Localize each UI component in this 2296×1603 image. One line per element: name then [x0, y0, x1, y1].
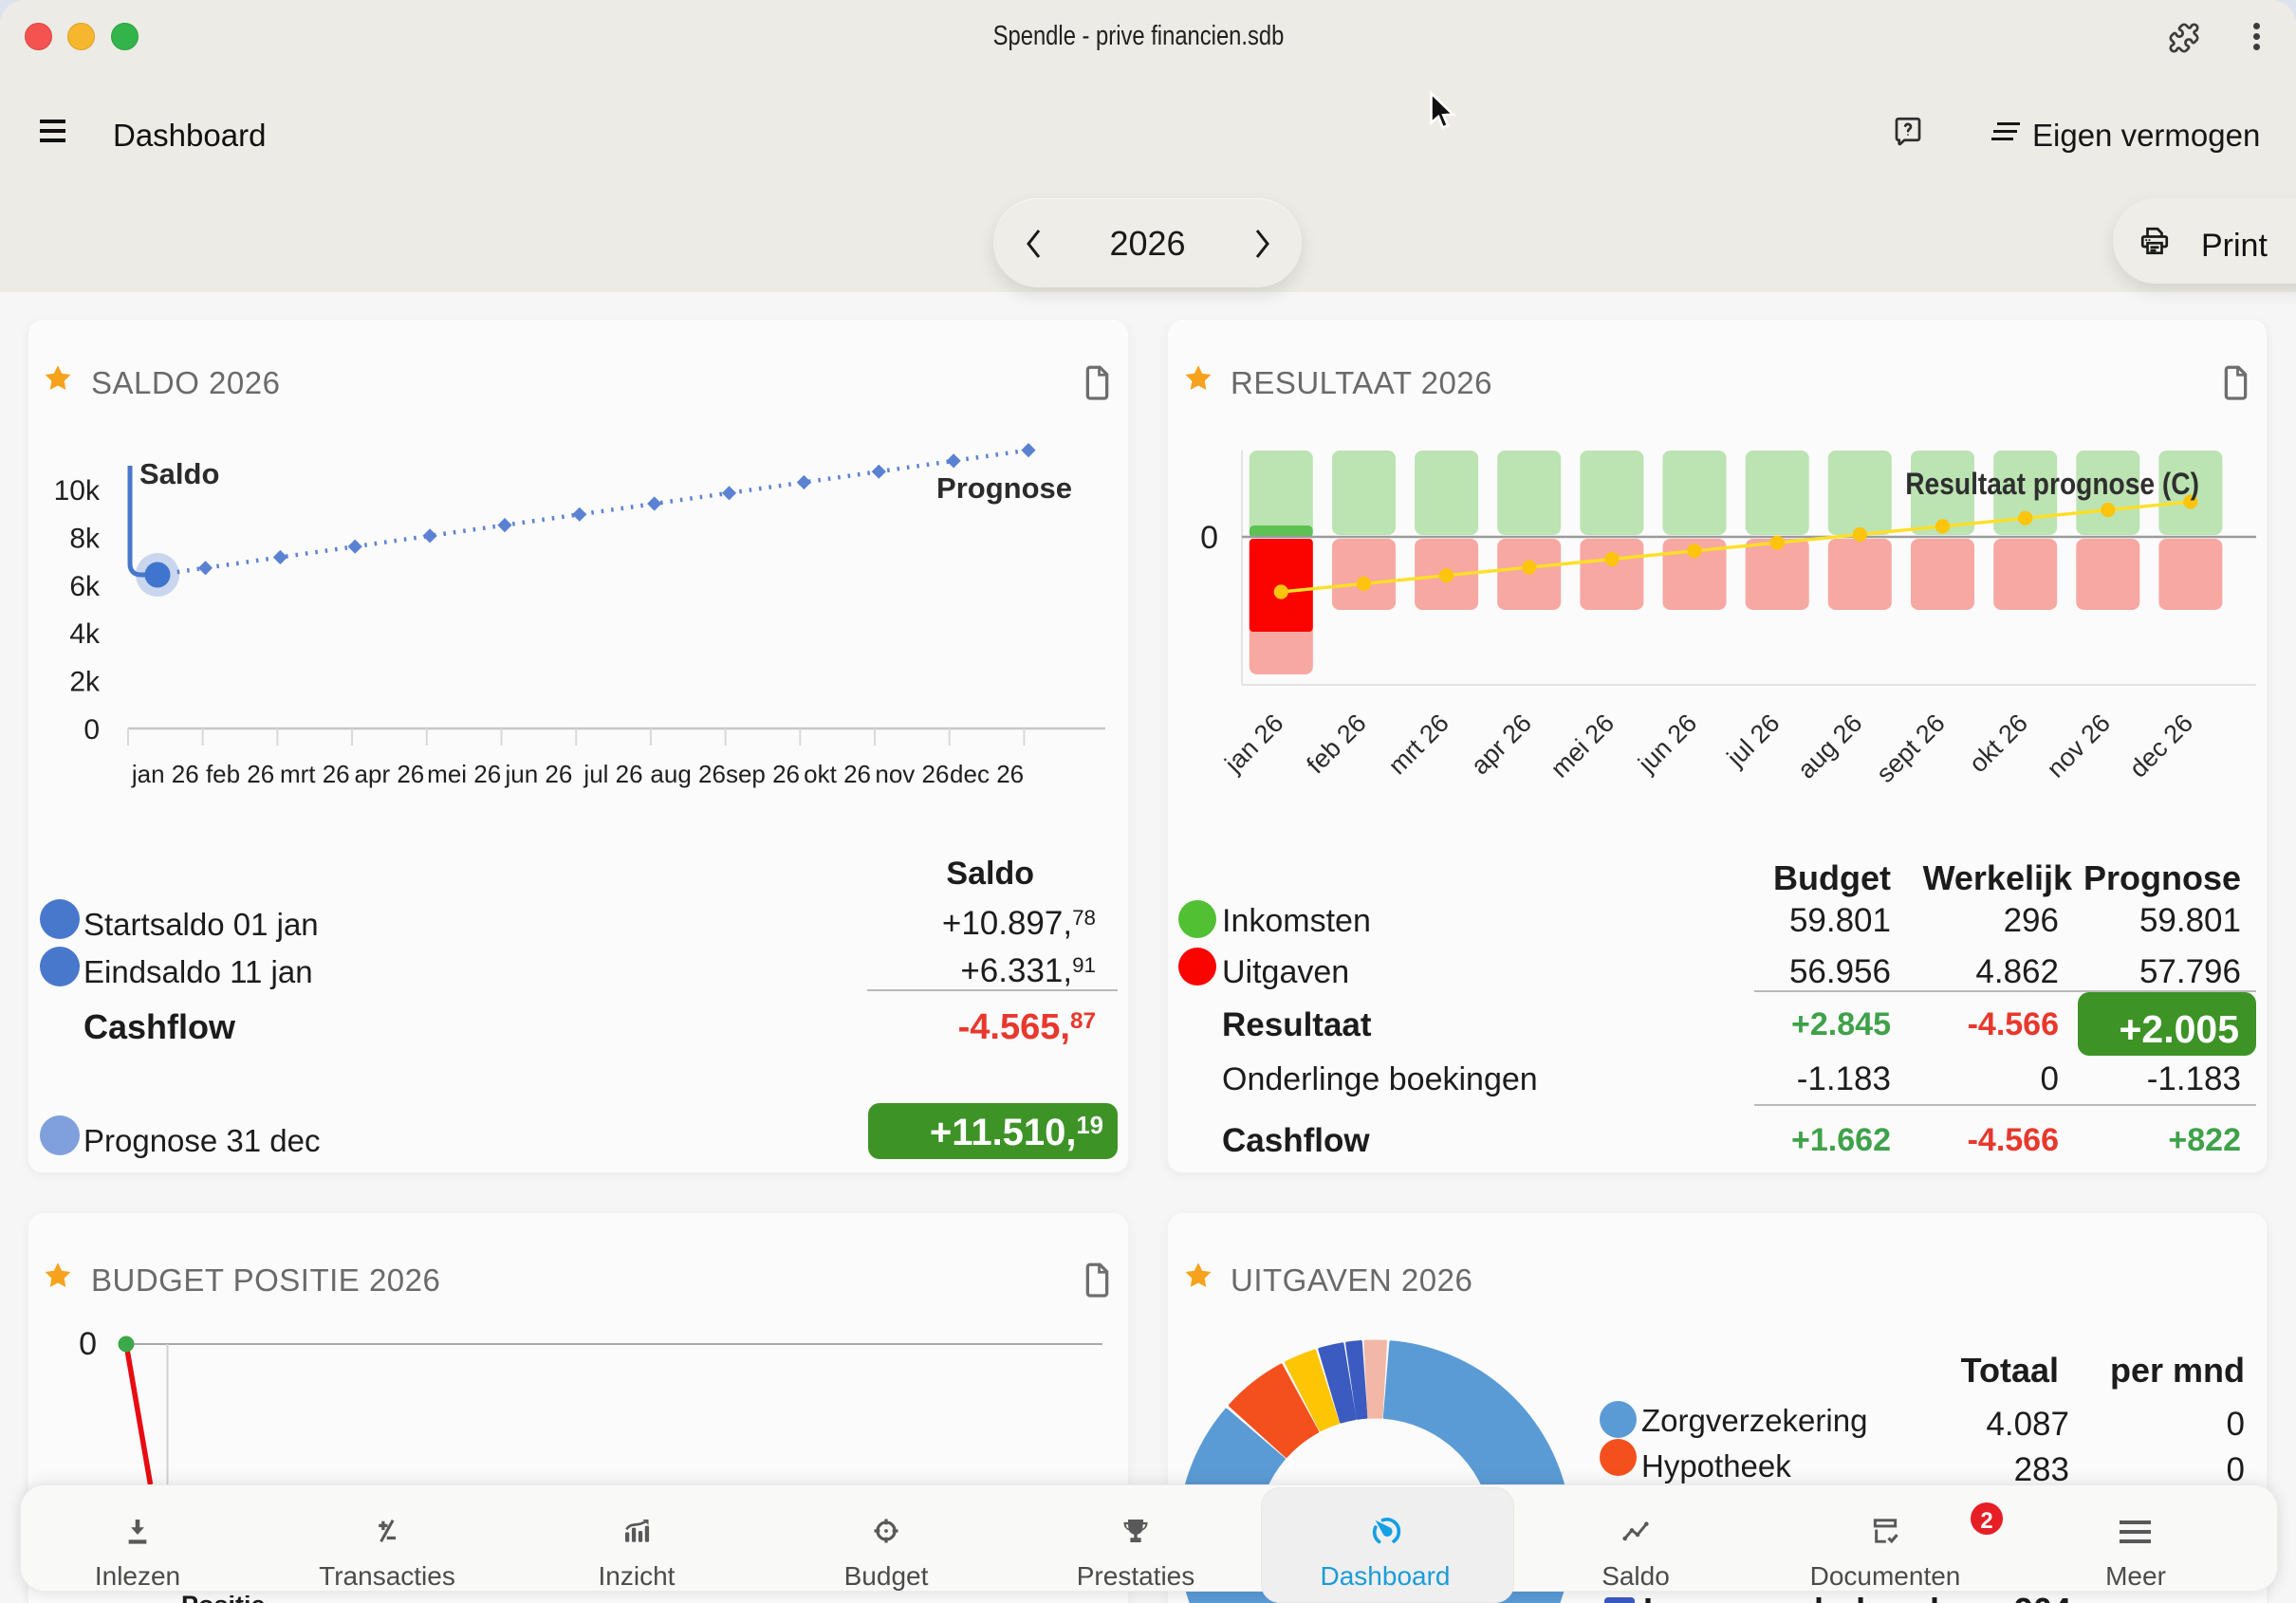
svg-text:apr 26: apr 26 [1466, 709, 1537, 780]
svg-text:feb 26: feb 26 [1301, 709, 1371, 779]
svg-text:jun 26: jun 26 [1632, 709, 1702, 779]
svg-text:dec 26: dec 26 [2124, 709, 2199, 783]
svg-text:nov 26: nov 26 [2041, 709, 2116, 783]
svg-text:aug 26: aug 26 [1792, 709, 1868, 784]
svg-text:jul 26: jul 26 [1721, 709, 1786, 773]
svg-text:sept 26: sept 26 [1871, 709, 1951, 788]
svg-text:mei 26: mei 26 [1546, 709, 1620, 783]
svg-text:mrt 26: mrt 26 [1383, 709, 1454, 780]
svg-text:okt 26: okt 26 [1964, 709, 2033, 778]
svg-text:0: 0 [79, 1326, 97, 1362]
svg-text:0: 0 [1200, 520, 1218, 556]
svg-text:jan 26: jan 26 [1219, 709, 1289, 779]
